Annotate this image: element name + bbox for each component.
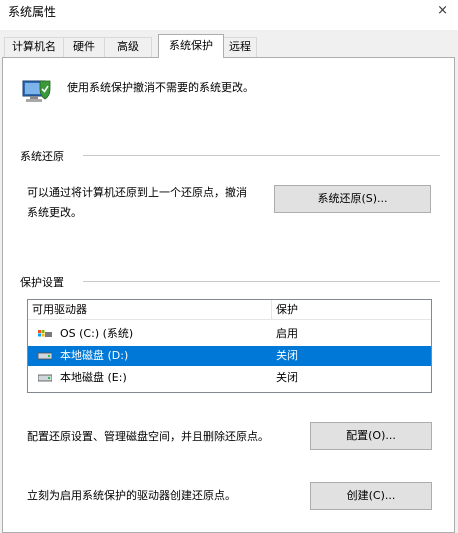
tab-panel: 使用系统保护撤消不需要的系统更改。 系统还原 可以通过将计算机还原到上一个还原点… xyxy=(2,57,455,533)
protection-settings-group-title: 保护设置 xyxy=(20,276,64,289)
drive-status: 关闭 xyxy=(276,349,298,362)
drive-row-selected[interactable]: 本地磁盘 (D:) 关闭 xyxy=(28,346,431,366)
drive-name: OS (C:) (系统) xyxy=(60,327,134,340)
header-description: 使用系统保护撤消不需要的系统更改。 xyxy=(67,81,254,94)
restore-description-line1: 可以通过将计算机还原到上一个还原点，撤消 xyxy=(27,186,247,199)
close-icon[interactable]: × xyxy=(437,3,448,18)
tab-computer-name[interactable]: 计算机名 xyxy=(4,37,64,57)
column-header-drive[interactable]: 可用驱动器 xyxy=(28,300,271,320)
tab-strip: 计算机名 硬件 高级 系统保护 远程 xyxy=(0,34,458,58)
tab-system-protection[interactable]: 系统保护 xyxy=(158,34,224,58)
system-restore-group-title: 系统还原 xyxy=(20,150,64,163)
drive-status: 启用 xyxy=(276,327,298,340)
configure-description: 配置还原设置、管理磁盘空间，并且删除还原点。 xyxy=(27,430,269,443)
configure-button[interactable]: 配置(O)... xyxy=(310,422,432,450)
drive-status: 关闭 xyxy=(276,371,298,384)
local-disk-icon xyxy=(38,352,52,360)
column-header-protection[interactable]: 保护 xyxy=(272,300,431,320)
system-drive-icon xyxy=(38,330,52,337)
window-title: 系统属性 xyxy=(8,5,57,19)
group-divider xyxy=(83,281,440,282)
tab-hardware[interactable]: 硬件 xyxy=(63,37,105,57)
create-button[interactable]: 创建(C)... xyxy=(310,482,432,510)
system-protection-icon xyxy=(22,80,51,102)
drive-list[interactable]: 可用驱动器 保护 OS (C:) (系统) 启用 本地磁盘 (D:) 关闭 本地… xyxy=(27,299,432,393)
title-bar: 系统属性 × xyxy=(0,0,458,30)
drive-row[interactable]: OS (C:) (系统) 启用 xyxy=(28,324,431,344)
drive-name: 本地磁盘 (D:) xyxy=(60,349,129,362)
create-description: 立刻为启用系统保护的驱动器创建还原点。 xyxy=(27,489,236,502)
group-divider xyxy=(83,155,440,156)
tab-remote[interactable]: 远程 xyxy=(223,37,257,57)
system-restore-button[interactable]: 系统还原(S)... xyxy=(274,185,431,213)
tab-advanced[interactable]: 高级 xyxy=(104,37,152,57)
local-disk-icon xyxy=(38,374,52,382)
drive-name: 本地磁盘 (E:) xyxy=(60,371,127,384)
restore-description-line2: 系统更改。 xyxy=(27,206,82,219)
drive-row[interactable]: 本地磁盘 (E:) 关闭 xyxy=(28,368,431,388)
